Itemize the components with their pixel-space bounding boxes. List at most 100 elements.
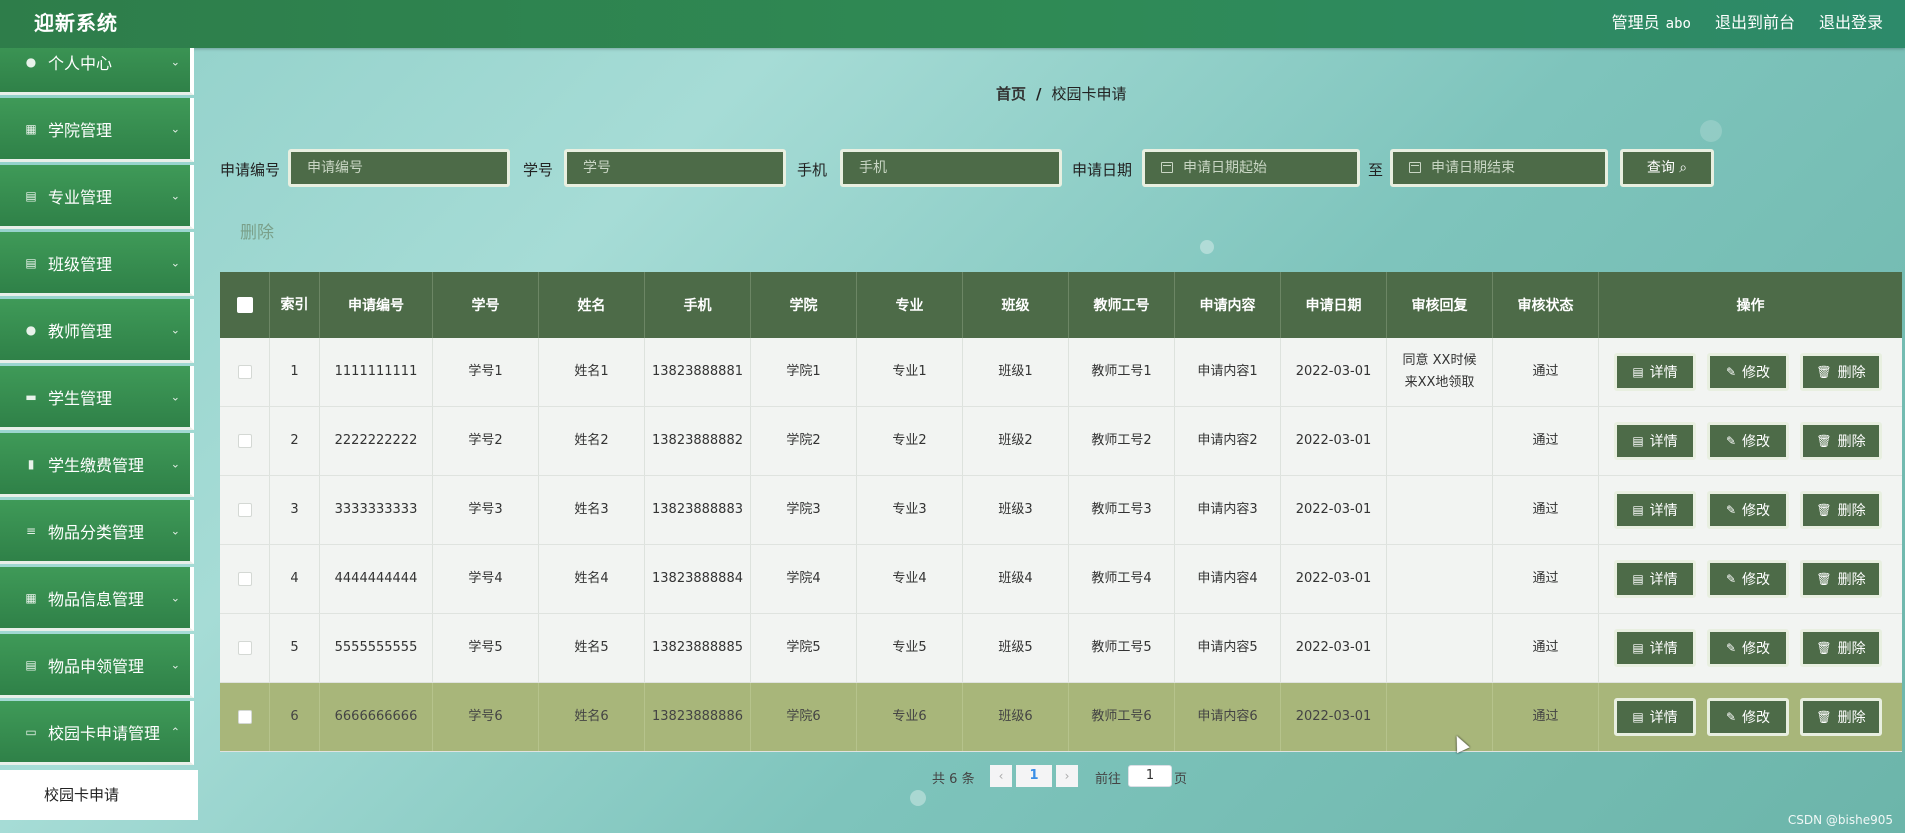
row-checkbox-cell (220, 614, 270, 682)
next-page-button[interactable]: › (1056, 765, 1078, 787)
table-row: 2 2222222222 学号2 姓名2 13823888882 学院2 专业2 班级2 教师工… (220, 407, 1902, 476)
row-checkbox[interactable] (237, 641, 252, 655)
sidebar-item-label: 教师管理 (48, 321, 113, 341)
delete-button[interactable]: 🗑 删除 (1800, 491, 1882, 529)
row-checkbox[interactable] (237, 365, 252, 379)
row-checkbox[interactable] (237, 710, 252, 724)
detail-button-label: 详情 (1649, 503, 1678, 519)
delete-button[interactable]: 🗑 删除 (1800, 560, 1882, 598)
chevron-down-icon: ⌄ (170, 189, 180, 202)
chevron-down-icon: ⌄ (170, 55, 180, 68)
detail-button[interactable]: ▤ 详情 (1614, 560, 1696, 598)
cell-major: 专业5 (857, 614, 963, 682)
trash-icon: 🗑 (1816, 503, 1832, 517)
edit-button[interactable]: ✎ 修改 (1707, 353, 1789, 391)
edit-button-label: 修改 (1742, 641, 1771, 657)
sidebar-subitem-campus-card-apply[interactable]: 校园卡申请 (0, 770, 198, 820)
delete-button[interactable]: 🗑 删除 (1800, 698, 1882, 736)
sidebar-item-item-claim[interactable]: ▤ 物品申领管理 ⌄ (0, 634, 194, 698)
edit-button-label: 修改 (1742, 434, 1771, 450)
detail-button[interactable]: ▤ 详情 (1614, 422, 1696, 460)
detail-button[interactable]: ▤ 详情 (1614, 698, 1696, 736)
cell-college: 学院5 (751, 614, 857, 682)
sidebar-item-item-info[interactable]: ▦ 物品信息管理 ⌄ (0, 567, 194, 631)
col-phone: 手机 (645, 272, 751, 338)
table-row: 3 3333333333 学号3 姓名3 13823888883 学院3 专业3 班级3 教师工… (220, 476, 1902, 545)
user-icon: ● (25, 54, 37, 69)
edit-button[interactable]: ✎ 修改 (1707, 698, 1789, 736)
sidebar-item-campus-card[interactable]: ▭ 校园卡申请管理 ⌃ (0, 701, 194, 765)
edit-button[interactable]: ✎ 修改 (1707, 422, 1789, 460)
edit-button[interactable]: ✎ 修改 (1707, 629, 1789, 667)
col-class: 班级 (963, 272, 1069, 338)
calendar-icon (1161, 162, 1173, 173)
cell-student-no: 学号5 (433, 614, 539, 682)
col-status: 审核状态 (1493, 272, 1599, 338)
query-button[interactable]: 查询 ⌕ (1620, 149, 1714, 187)
delete-button[interactable]: 🗑 删除 (1800, 353, 1882, 391)
card-icon: ▭ (25, 724, 37, 739)
date-start-input[interactable]: 申请日期起始 (1142, 149, 1360, 187)
logout-link[interactable]: 退出登录 (1819, 9, 1883, 33)
sidebar-item-class[interactable]: ▤ 班级管理 ⌄ (0, 232, 194, 296)
student-no-input[interactable]: 学号 (564, 149, 786, 187)
total-suffix: 条 (961, 772, 975, 787)
cell-reply: 同意 XX时候来XX地领取 (1387, 338, 1493, 406)
sidebar-item-student-fee[interactable]: ▮ 学生缴费管理 ⌄ (0, 433, 194, 497)
sidebar-item-personal-center[interactable]: ● 个人中心 ⌄ (0, 48, 194, 95)
row-checkbox[interactable] (237, 434, 252, 448)
row-checkbox[interactable] (237, 572, 252, 586)
row-checkbox[interactable] (237, 503, 252, 517)
page-number-1[interactable]: 1 (1016, 765, 1052, 787)
cell-content: 申请内容3 (1175, 476, 1281, 544)
table-row: 5 5555555555 学号5 姓名5 13823888885 学院5 专业5 班级5 教师工… (220, 614, 1902, 683)
exit-to-frontend-link[interactable]: 退出到前台 (1715, 9, 1795, 33)
col-name: 姓名 (539, 272, 645, 338)
col-student-no: 学号 (433, 272, 539, 338)
edit-button[interactable]: ✎ 修改 (1707, 491, 1789, 529)
cell-name: 姓名3 (539, 476, 645, 544)
cell-major: 专业1 (857, 338, 963, 406)
detail-button[interactable]: ▤ 详情 (1614, 491, 1696, 529)
cell-reply (1387, 476, 1493, 544)
sidebar-item-teacher[interactable]: ● 教师管理 ⌄ (0, 299, 194, 363)
cell-class: 班级6 (963, 683, 1069, 751)
col-actions: 操作 (1736, 298, 1765, 314)
edit-button-label: 修改 (1742, 365, 1771, 381)
date-label: 申请日期 (1072, 161, 1133, 179)
col-teacher-no: 教师工号 (1069, 272, 1175, 338)
detail-button-label: 详情 (1649, 641, 1678, 657)
date-start-placeholder: 申请日期起始 (1183, 160, 1267, 176)
clipboard-icon: ▤ (25, 255, 37, 270)
list-icon: ≡ (25, 523, 37, 538)
select-all-checkbox[interactable] (236, 297, 253, 313)
prev-page-button[interactable]: ‹ (990, 765, 1012, 787)
detail-button[interactable]: ▤ 详情 (1614, 353, 1696, 391)
table-row: 4 4444444444 学号4 姓名4 13823888884 学院4 专业4 班级4 教师工… (220, 545, 1902, 614)
cell-major: 专业2 (857, 407, 963, 475)
sidebar-item-major[interactable]: ▤ 专业管理 ⌄ (0, 165, 194, 229)
date-end-input[interactable]: 申请日期结束 (1390, 149, 1608, 187)
cell-reply (1387, 545, 1493, 613)
apply-no-input[interactable]: 申请编号 (288, 149, 510, 187)
bulk-delete-button[interactable]: 删除 (240, 218, 274, 243)
sidebar-item-student[interactable]: ▬ 学生管理 ⌄ (0, 366, 194, 430)
pagination-total: 共 6 条 (932, 768, 975, 787)
cell-index: 6 (270, 683, 320, 751)
sidebar-item-item-category[interactable]: ≡ 物品分类管理 ⌄ (0, 500, 194, 564)
cell-index: 3 (270, 476, 320, 544)
goto-page-input[interactable]: 1 (1128, 765, 1172, 787)
detail-button[interactable]: ▤ 详情 (1614, 629, 1696, 667)
edit-button-label: 修改 (1742, 503, 1771, 519)
breadcrumb-home[interactable]: 首页 (996, 85, 1026, 103)
delete-button[interactable]: 🗑 删除 (1800, 422, 1882, 460)
cell-college: 学院2 (751, 407, 857, 475)
delete-button[interactable]: 🗑 删除 (1800, 629, 1882, 667)
edit-button[interactable]: ✎ 修改 (1707, 560, 1789, 598)
col-index: 索引 (270, 272, 320, 338)
phone-input[interactable]: 手机 (840, 149, 1062, 187)
sidebar-item-label: 个人中心 (48, 53, 113, 73)
clipboard-icon: ▤ (25, 188, 37, 203)
sidebar-item-college[interactable]: ▦ 学院管理 ⌄ (0, 98, 194, 162)
table-row: 6 6666666666 学号6 姓名6 13823888886 学院6 专业6 班级6 教师工… (220, 683, 1902, 752)
